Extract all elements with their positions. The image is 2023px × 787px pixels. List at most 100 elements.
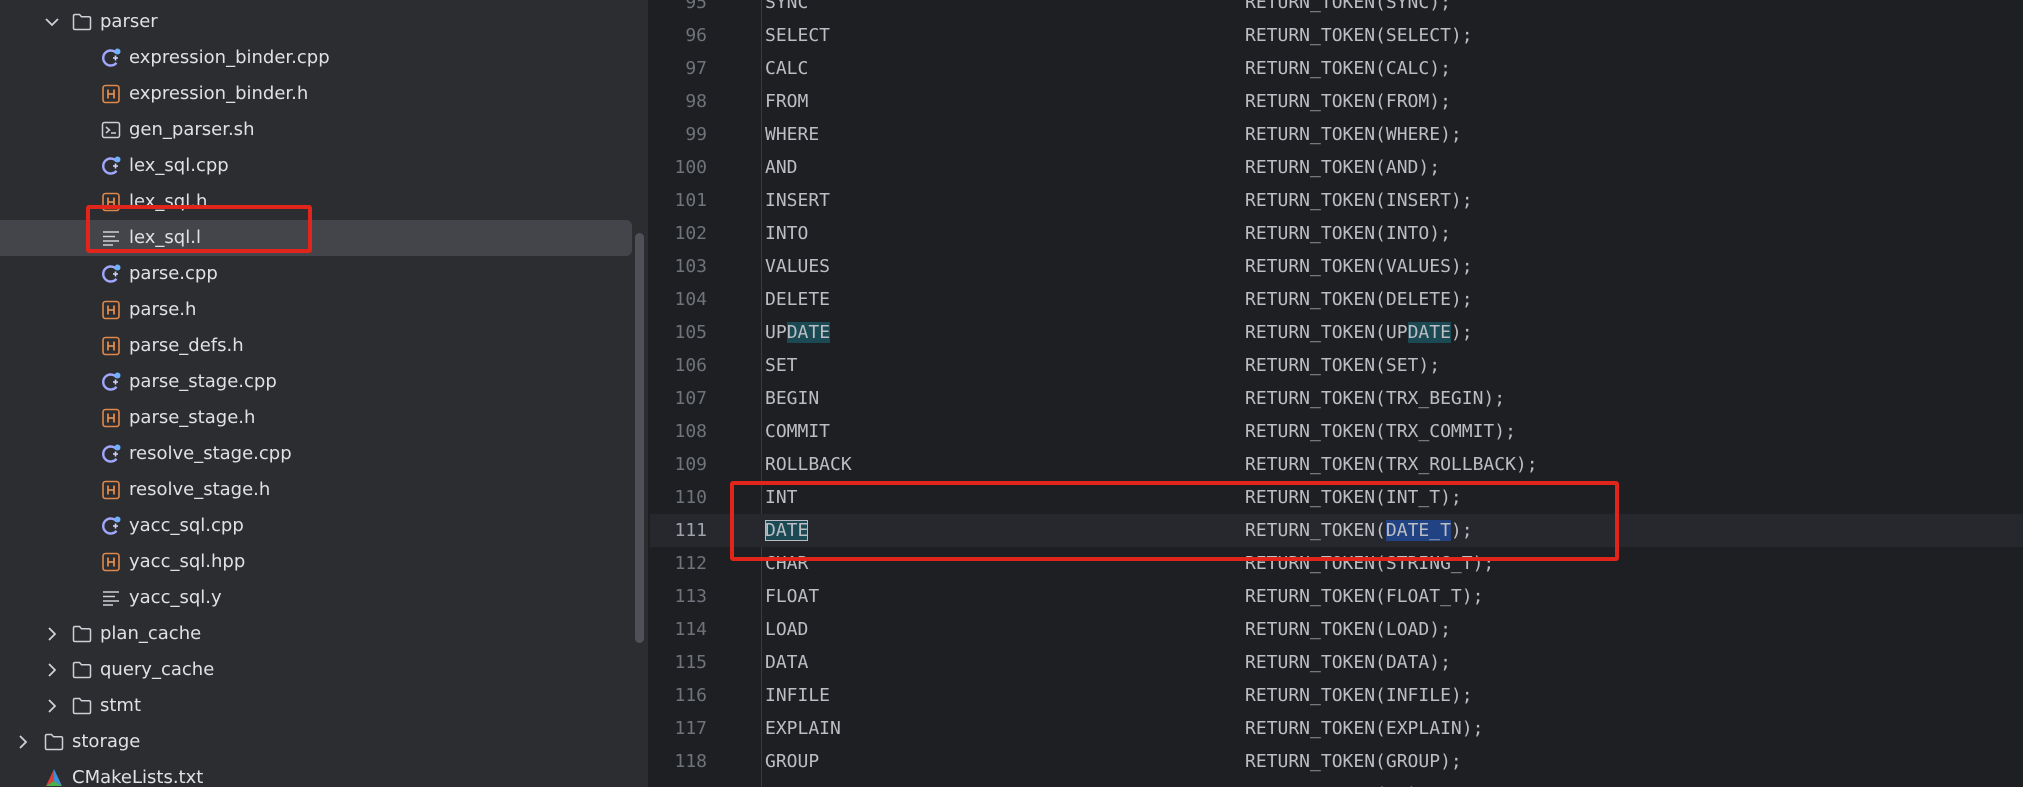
tree-folder-stmt[interactable]: stmt [0,688,632,724]
token-action: RETURN_TOKEN(GROUP); [1245,751,1462,772]
selected-text: DATE [765,520,809,541]
code-line[interactable]: 112 CHAR RETURN_TOKEN(STRING_T); [650,547,2023,580]
code-line[interactable]: 110 INT RETURN_TOKEN(INT_T); [650,481,2023,514]
code-line[interactable]: 104 DELETE RETURN_TOKEN(DELETE); [650,283,2023,316]
code-line[interactable]: 109 ROLLBACK RETURN_TOKEN(TRX_ROLLBACK); [650,448,2023,481]
code-line[interactable]: 96 SELECT RETURN_TOKEN(SELECT); [650,19,2023,52]
tree-file-item[interactable]: resolve_stage.h [0,472,632,508]
tree-file-item[interactable]: yacc_sql.y [0,580,632,616]
tree-folder-query-cache[interactable]: query_cache [0,652,632,688]
tree-file-item[interactable]: parse_stage.cpp [0,364,632,400]
code-line[interactable]: 107 BEGIN RETURN_TOKEN(TRX_BEGIN); [650,382,2023,415]
token-pattern: SYNC [765,0,809,13]
tree-file-item[interactable]: expression_binder.cpp [0,40,632,76]
folder-icon [72,660,92,680]
header-file-icon [101,336,121,356]
folder-icon [44,732,64,752]
tree-file-item[interactable]: lex_sql.l [0,220,632,256]
code-editor[interactable]: 95 SYNC RETURN_TOKEN(SYNC); 96 SELECT RETURN_… [650,0,2023,787]
tree-file-item[interactable]: parse_defs.h [0,328,632,364]
token-pattern: INFILE [765,685,831,706]
tree-file-label: resolve_stage.h [129,479,271,500]
tree-file-label: parse.cpp [129,263,218,284]
code-line[interactable]: RETURN_TOKEN(BY); [650,778,2023,787]
tree-file-item[interactable]: gen_parser.sh [0,112,632,148]
line-number: 101 [674,190,707,211]
token-action: RETURN_TOKEN(INTO); [1245,223,1451,244]
token-pattern: CHAR [765,553,809,574]
text-file-icon [101,588,121,608]
chevron-down-icon[interactable] [44,13,60,31]
occurrence-highlight: DATE [1407,322,1451,343]
cpp-file-icon [101,264,121,284]
token-pattern: DATA [765,652,809,673]
line-number: 96 [685,25,707,46]
code-line[interactable]: 106 SET RETURN_TOKEN(SET); [650,349,2023,382]
tree-file-item[interactable]: parse.cpp [0,256,632,292]
code-line[interactable]: 105 UPDATE RETURN_TOKEN(UPDATE); [650,316,2023,349]
tree-file-item[interactable]: yacc_sql.cpp [0,508,632,544]
chevron-right-icon[interactable] [44,661,60,679]
token-action: RETURN_TOKEN(LOAD); [1245,619,1451,640]
code-line[interactable]: 117 EXPLAIN RETURN_TOKEN(EXPLAIN); [650,712,2023,745]
code-line[interactable]: 101 INSERT RETURN_TOKEN(INSERT); [650,184,2023,217]
code-line[interactable]: 98 FROM RETURN_TOKEN(FROM); [650,85,2023,118]
tree-file-label: parse_stage.h [129,407,256,428]
tree-file-item[interactable]: expression_binder.h [0,76,632,112]
tree-file-item[interactable]: parse.h [0,292,632,328]
tree-file-item[interactable]: lex_sql.h [0,184,632,220]
code-line[interactable]: 114 LOAD RETURN_TOKEN(LOAD); [650,613,2023,646]
tree-folder-storage[interactable]: storage [0,724,632,760]
code-line[interactable]: 113 FLOAT RETURN_TOKEN(FLOAT_T); [650,580,2023,613]
token-action: RETURN_TOKEN(DATE_T); [1245,519,1473,543]
chevron-right-icon[interactable] [15,733,31,751]
code-line[interactable]: 103 VALUES RETURN_TOKEN(VALUES); [650,250,2023,283]
code-line[interactable]: 118 GROUP RETURN_TOKEN(GROUP); [650,745,2023,778]
tree-folder-parser[interactable]: parser [0,4,632,40]
code-line[interactable]: 99 WHERE RETURN_TOKEN(WHERE); [650,118,2023,151]
tree-file-cmakelists[interactable]: CMakeLists.txt [0,760,632,787]
code-line[interactable]: 95 SYNC RETURN_TOKEN(SYNC); [650,0,2023,19]
line-number: 97 [685,58,707,79]
header-file-icon [101,552,121,572]
tree-file-item[interactable]: parse_stage.h [0,400,632,436]
code-line[interactable]: 97 CALC RETURN_TOKEN(CALC); [650,52,2023,85]
token-action: RETURN_TOKEN(TRX_BEGIN); [1245,388,1506,409]
chevron-right-icon[interactable] [44,625,60,643]
tree-file-item[interactable]: yacc_sql.hpp [0,544,632,580]
token-pattern: CALC [765,58,809,79]
tree-file-label: CMakeLists.txt [72,767,204,787]
tree-folder-plan-cache[interactable]: plan_cache [0,616,632,652]
token-pattern: GROUP [765,751,820,772]
tree-file-label: expression_binder.h [129,83,309,104]
token-text: RETURN_TOKEN( [1245,520,1386,541]
line-number: 102 [674,223,707,244]
cpp-file-icon [101,372,121,392]
tree-file-label: gen_parser.sh [129,119,255,140]
token-action: RETURN_TOKEN(FROM); [1245,91,1451,112]
tree-file-label: resolve_stage.cpp [129,443,292,464]
project-tree[interactable]: parser expression_binder.cpp expression_b… [0,0,648,787]
token-pattern: AND [765,157,798,178]
code-line[interactable]: 116 INFILE RETURN_TOKEN(INFILE); [650,679,2023,712]
chevron-right-icon[interactable] [44,697,60,715]
tree-file-item[interactable]: resolve_stage.cpp [0,436,632,472]
token-action: RETURN_TOKEN(FLOAT_T); [1245,586,1484,607]
code-line[interactable]: 111 DATE RETURN_TOKEN(DATE_T); [650,514,2023,547]
tree-file-label: yacc_sql.cpp [129,515,244,536]
cpp-file-icon [101,444,121,464]
code-line[interactable]: 100 AND RETURN_TOKEN(AND); [650,151,2023,184]
line-number: 112 [674,553,707,574]
code-line[interactable]: 102 INTO RETURN_TOKEN(INTO); [650,217,2023,250]
line-number: 103 [674,256,707,277]
cmake-icon [44,768,64,787]
code-line[interactable]: 115 DATA RETURN_TOKEN(DATA); [650,646,2023,679]
tree-scrollbar[interactable] [635,233,644,643]
token-action: RETURN_TOKEN(SET); [1245,355,1441,376]
tree-folder-label: query_cache [100,659,215,680]
token-action: RETURN_TOKEN(SELECT); [1245,25,1473,46]
tree-folder-label: storage [72,731,141,752]
tree-file-label: yacc_sql.hpp [129,551,246,572]
tree-file-item[interactable]: lex_sql.cpp [0,148,632,184]
code-line[interactable]: 108 COMMIT RETURN_TOKEN(TRX_COMMIT); [650,415,2023,448]
